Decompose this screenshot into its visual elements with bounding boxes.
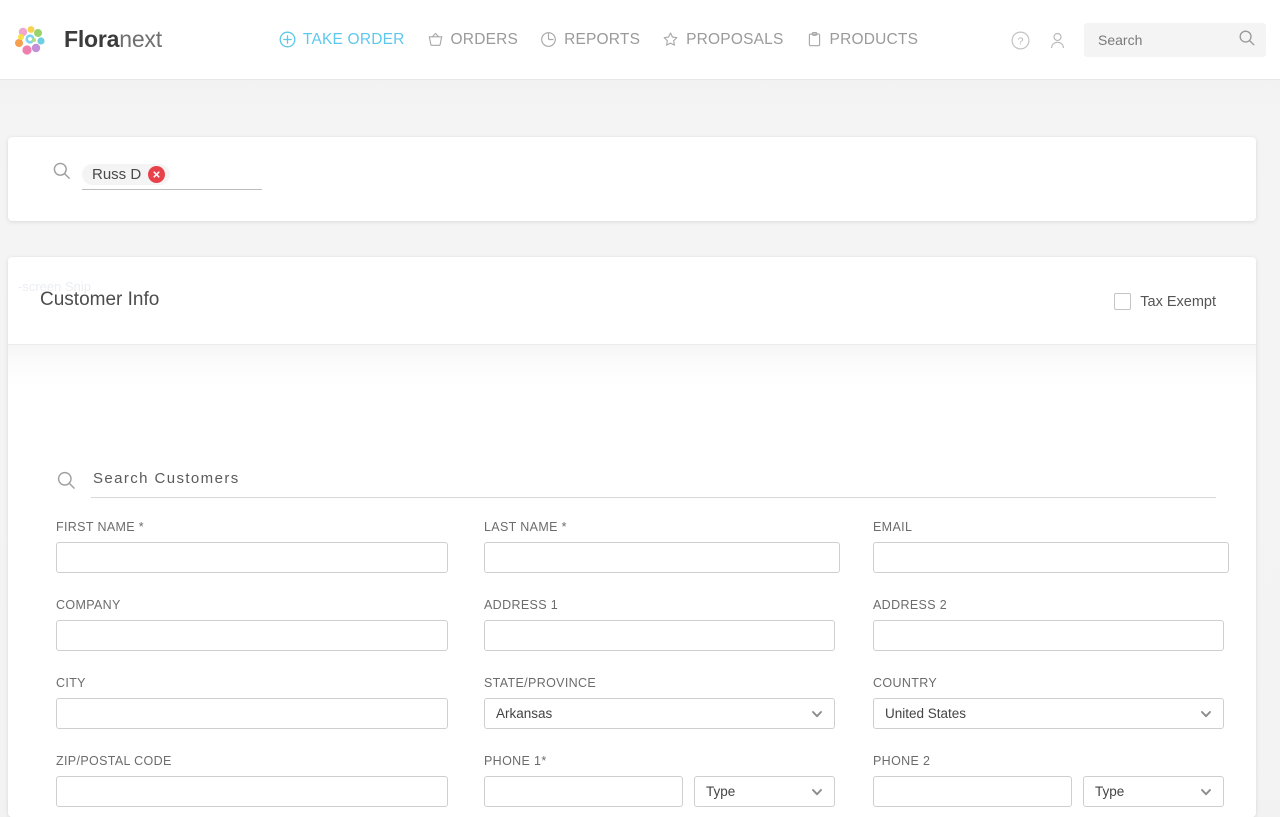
- field-company: COMPANY: [56, 598, 448, 651]
- state-select-value: Arkansas: [496, 706, 553, 721]
- order-toolbar-card: Russ D ORDER TY... TAKEN DELIVERY PICKUP…: [8, 137, 1256, 333]
- chevron-down-icon: [1199, 785, 1213, 799]
- nav-item-reports[interactable]: REPORTS: [540, 31, 640, 49]
- city-input[interactable]: [56, 698, 448, 729]
- star-icon: [662, 31, 679, 48]
- tax-exempt-label: Tax Exempt: [1140, 293, 1216, 310]
- field-label: ADDRESS 1: [484, 598, 559, 612]
- order-customer-input-line[interactable]: Russ D: [82, 160, 262, 190]
- main-navigation: TAKE ORDER ORDERS REPORTS PROPOSALS PROD: [279, 31, 918, 49]
- field-label: CITY: [56, 676, 86, 690]
- field-city: CITY: [56, 676, 448, 729]
- search-icon[interactable]: [52, 161, 72, 190]
- field-label: LAST NAME *: [484, 520, 567, 534]
- address2-input[interactable]: [873, 620, 1224, 651]
- field-phone1: PHONE 1* Type: [484, 754, 835, 807]
- field-country: COUNTRY United States: [873, 676, 1224, 729]
- plus-circle-icon: [279, 31, 296, 48]
- svg-text:?: ?: [1018, 35, 1024, 47]
- nav-item-label: ORDERS: [450, 30, 519, 48]
- zip-input[interactable]: [56, 776, 448, 807]
- flower-cluster-logo-icon: [10, 20, 50, 60]
- customer-info-form: FIRST NAME * LAST NAME * EMAIL COMPANY A…: [8, 345, 1256, 817]
- brand-name: Floranext: [64, 26, 162, 53]
- brand-name-light: next: [119, 26, 162, 52]
- address1-input[interactable]: [484, 620, 835, 651]
- field-label: ZIP/POSTAL CODE: [56, 754, 172, 768]
- field-label: EMAIL: [873, 520, 913, 534]
- customer-info-header: -screen Snip Customer Info Tax Exempt: [8, 257, 1256, 345]
- clipboard-icon: [806, 31, 823, 48]
- field-zip: ZIP/POSTAL CODE: [56, 754, 448, 807]
- phone2-input[interactable]: [873, 776, 1072, 807]
- tax-exempt-checkbox[interactable]: Tax Exempt: [1114, 293, 1216, 310]
- question-circle-icon[interactable]: ?: [1010, 30, 1031, 51]
- header-search-box[interactable]: [1084, 23, 1266, 57]
- field-label: COMPANY: [56, 598, 121, 612]
- phone1-type-select[interactable]: Type: [694, 776, 835, 807]
- field-email: EMAIL: [873, 520, 1229, 573]
- field-phone2: PHONE 2 Type: [873, 754, 1224, 807]
- nav-item-orders[interactable]: ORDERS: [427, 31, 519, 49]
- nav-item-proposals[interactable]: PROPOSALS: [662, 31, 783, 49]
- field-last-name: LAST NAME *: [484, 520, 840, 573]
- nav-item-label: REPORTS: [564, 30, 641, 48]
- first-name-input[interactable]: [56, 542, 448, 573]
- chevron-down-icon: [810, 785, 824, 799]
- nav-item-label: TAKE ORDER: [302, 30, 405, 48]
- basket-icon: [427, 31, 444, 48]
- company-input[interactable]: [56, 620, 448, 651]
- field-address2: ADDRESS 2: [873, 598, 1224, 651]
- nav-item-take-order[interactable]: TAKE ORDER: [279, 31, 405, 49]
- phone2-type-select[interactable]: Type: [1083, 776, 1224, 807]
- phone2-type-value: Type: [1095, 784, 1125, 799]
- search-icon[interactable]: [56, 470, 77, 498]
- nav-item-products[interactable]: PRODUCTS: [806, 31, 919, 49]
- brand-name-bold: Flora: [64, 26, 120, 52]
- user-icon[interactable]: [1047, 30, 1068, 51]
- country-select-value: United States: [885, 706, 967, 721]
- email-input[interactable]: [873, 542, 1229, 573]
- country-select[interactable]: United States: [873, 698, 1224, 729]
- chevron-down-icon: [810, 707, 824, 721]
- field-label: STATE/PROVINCE: [484, 676, 597, 690]
- nav-item-label: PROPOSALS: [686, 30, 784, 48]
- selected-customer-label: Russ D: [92, 166, 142, 183]
- nav-item-label: PRODUCTS: [829, 30, 919, 48]
- field-label: PHONE 2: [873, 754, 931, 768]
- field-label: ADDRESS 2: [873, 598, 948, 612]
- customer-search-underline: [91, 469, 1216, 498]
- field-label: COUNTRY: [873, 676, 938, 690]
- customer-search-input[interactable]: [91, 469, 1216, 488]
- phone1-type-value: Type: [706, 784, 736, 799]
- customer-info-card: -screen Snip Customer Info Tax Exempt FI…: [8, 257, 1256, 817]
- field-address1: ADDRESS 1: [484, 598, 835, 651]
- chevron-down-icon: [1199, 707, 1213, 721]
- top-header-bar: Floranext TAKE ORDER ORDERS REPORTS PROP…: [0, 0, 1280, 80]
- phone1-input[interactable]: [484, 776, 683, 807]
- checkbox-box[interactable]: [1114, 293, 1132, 310]
- state-select[interactable]: Arkansas: [484, 698, 835, 729]
- brand-logo-area[interactable]: Floranext: [10, 20, 162, 60]
- close-circle-icon[interactable]: [148, 166, 166, 183]
- header-search-input[interactable]: [1096, 31, 1238, 49]
- clock-pie-icon: [540, 31, 557, 48]
- selected-customer-chip[interactable]: Russ D: [82, 164, 171, 185]
- last-name-input[interactable]: [484, 542, 840, 573]
- field-label: FIRST NAME *: [56, 520, 145, 534]
- header-right-actions: ?: [1010, 0, 1266, 80]
- field-first-name: FIRST NAME *: [56, 520, 448, 573]
- customer-search-row[interactable]: [56, 469, 1216, 498]
- field-label: PHONE 1*: [484, 754, 547, 768]
- order-customer-search[interactable]: Russ D: [52, 160, 262, 190]
- page-title: Customer Info: [40, 289, 160, 310]
- field-state: STATE/PROVINCE Arkansas: [484, 676, 835, 729]
- search-icon[interactable]: [1238, 29, 1256, 52]
